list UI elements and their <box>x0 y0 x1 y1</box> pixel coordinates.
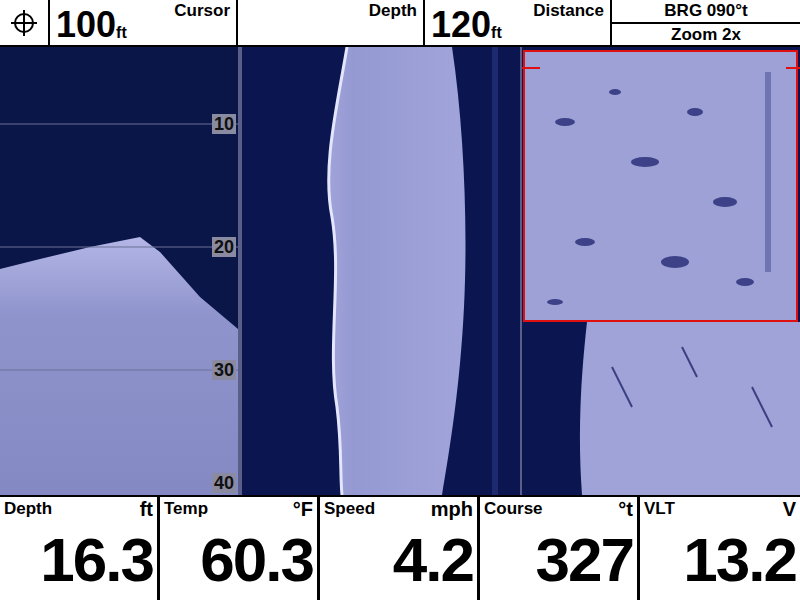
down-sonar-panel: 10 20 30 40 <box>0 47 238 495</box>
zoom-marker-left <box>522 67 540 69</box>
readout-bar: Depth ft16.3 Temp °F60.3 Speed mph4.2 Course °t… <box>0 495 800 600</box>
zoom-text: Zoom 2x <box>612 24 800 46</box>
readout-label: VLT <box>644 499 675 519</box>
readout-unit: V <box>783 499 796 519</box>
readout-cell: Depth ft16.3 <box>0 497 160 600</box>
side-imaging-panel <box>238 47 520 495</box>
cursor-button[interactable] <box>0 0 50 45</box>
bearing-zoom-cell: BRG 090°tZoom 2x <box>612 0 800 45</box>
cursor-unit: ft <box>116 25 127 41</box>
depth-scale-label: 10 <box>212 114 236 134</box>
depth-scale-label: 40 <box>212 473 236 493</box>
zoom-texture-drawing <box>525 52 796 320</box>
zoom-panel <box>520 47 800 495</box>
readout-value: 60.3 <box>164 519 313 600</box>
zoom-marker-right <box>786 67 800 69</box>
distance-unit: ft <box>491 25 502 41</box>
readout-unit: ft <box>140 499 153 519</box>
seabed-drawing <box>0 47 238 495</box>
cursor-label: Cursor <box>174 0 230 45</box>
readout-cell: Temp °F60.3 <box>160 497 320 600</box>
zoom-window[interactable] <box>523 50 798 322</box>
top-bar: 100ftCursorDepth120ftDistanceBRG 090°tZo… <box>0 0 800 47</box>
readout-unit: °t <box>618 499 633 519</box>
readout-label: Course <box>484 499 543 519</box>
fishfinder-screen: 100ftCursorDepth120ftDistanceBRG 090°tZo… <box>0 0 800 600</box>
distance-cell: 120ft Distance <box>425 0 612 45</box>
readout-unit: mph <box>431 499 473 519</box>
depth-scale-label: 30 <box>212 360 236 380</box>
readout-unit: °F <box>293 499 313 519</box>
sonar-view: 10 20 30 40 <box>0 47 800 495</box>
depth-cell: Depth <box>238 0 425 45</box>
readout-cell: Course °t327 <box>480 497 640 600</box>
crosshair-icon <box>9 8 39 38</box>
cursor-value: 100 <box>56 7 116 43</box>
distance-value: 120 <box>431 7 491 43</box>
readout-value: 4.2 <box>324 519 473 600</box>
readout-label: Temp <box>164 499 208 519</box>
side-imaging-drawing <box>242 47 520 495</box>
cursor-cell: 100ft Cursor <box>50 0 238 45</box>
readout-value: 13.2 <box>644 519 796 600</box>
readout-label: Speed <box>324 499 375 519</box>
readout-value: 327 <box>484 519 633 600</box>
readout-value: 16.3 <box>4 519 153 600</box>
readout-label: Depth <box>4 499 52 519</box>
depth-label: Depth <box>369 0 417 45</box>
distance-label: Distance <box>533 0 604 45</box>
readout-cell: VLT V13.2 <box>640 497 800 600</box>
bearing-text: BRG 090°t <box>612 0 800 24</box>
readout-cell: Speed mph4.2 <box>320 497 480 600</box>
depth-scale-label: 20 <box>212 237 236 257</box>
